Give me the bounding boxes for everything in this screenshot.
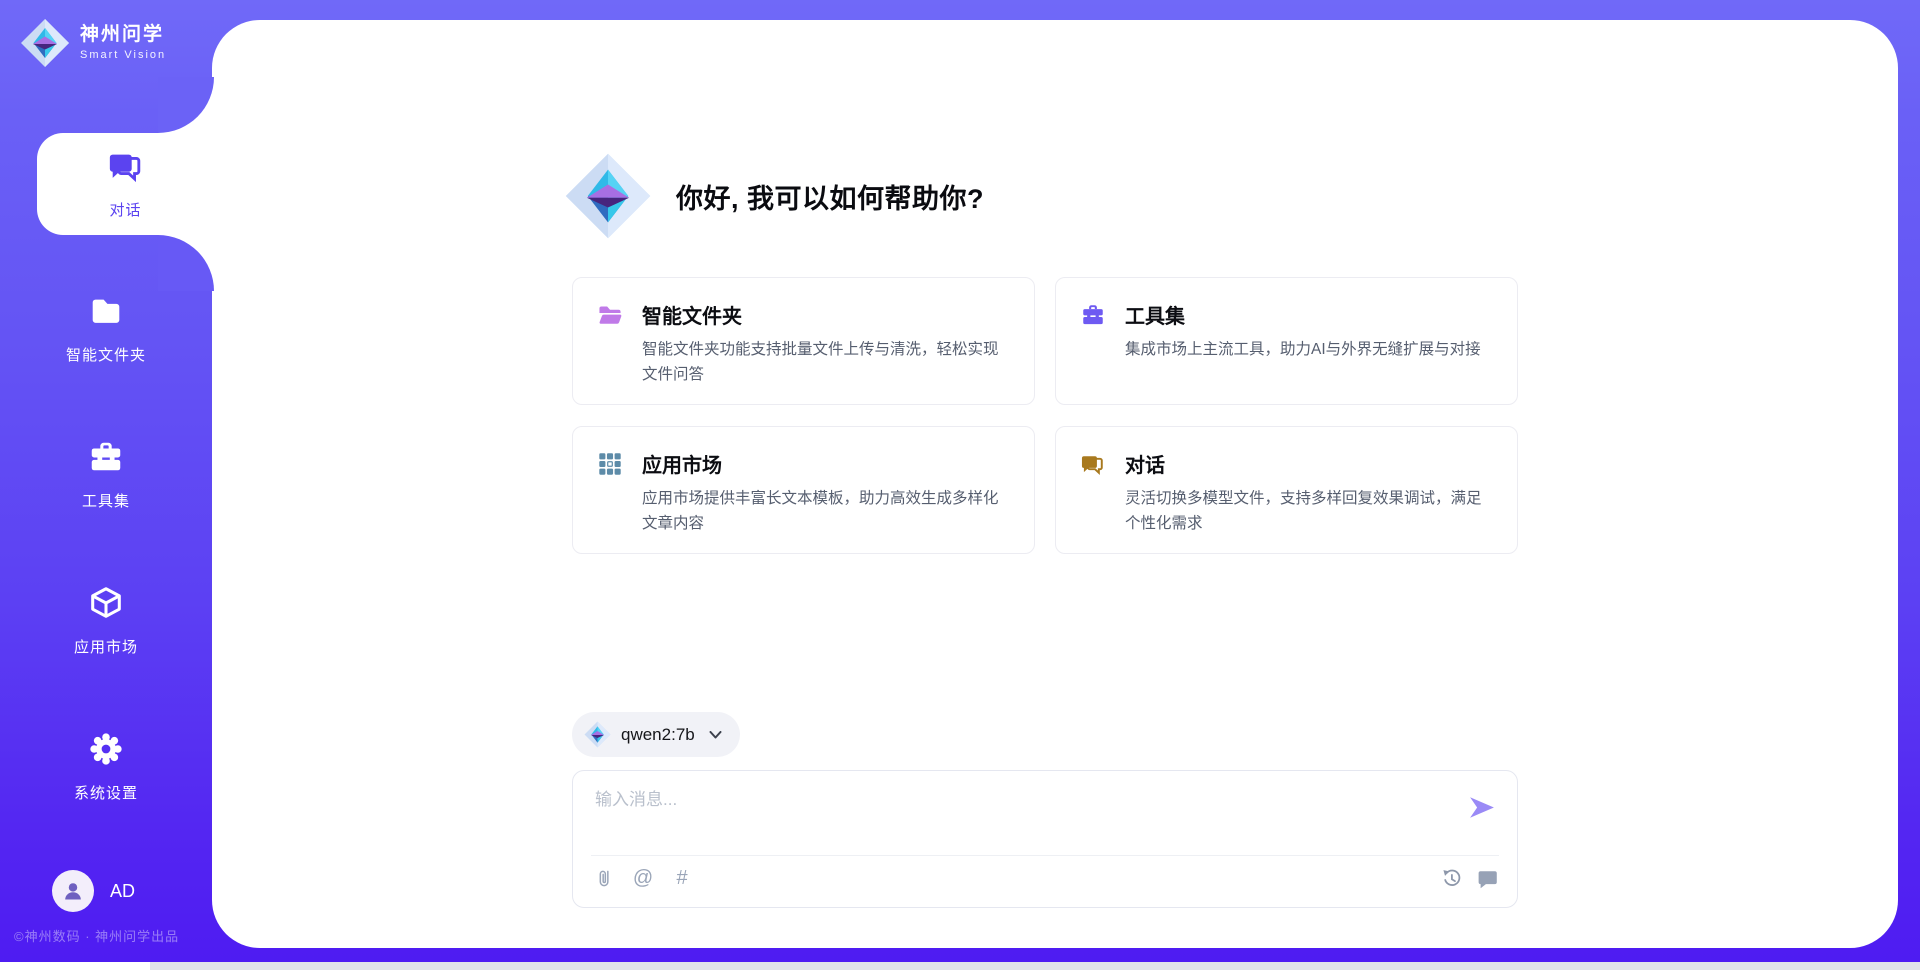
history-button[interactable] <box>1440 866 1463 890</box>
cube-icon <box>87 584 125 622</box>
card-description: 应用市场提供丰富长文本模板，助力高效生成多样化文章内容 <box>642 487 1010 537</box>
tab-fillet-bottom <box>158 235 214 291</box>
message-composer: @ # <box>572 770 1518 908</box>
composer-divider <box>591 855 1499 856</box>
at-icon: @ <box>633 868 653 888</box>
chat-icon <box>107 147 145 185</box>
conversations-button[interactable] <box>1476 866 1499 890</box>
gear-icon <box>87 730 125 768</box>
message-input[interactable] <box>593 783 1447 849</box>
card-title: 对话 <box>1125 449 1165 478</box>
person-icon <box>60 878 86 904</box>
sidebar-item-smart-folder[interactable]: 智能文件夹 <box>0 292 212 365</box>
app-root: 神州问学 Smart Vision 对话 智能文件夹 <box>0 0 1920 970</box>
brand-name: 神州问学 <box>80 25 166 46</box>
card-description: 集成市场上主流工具，助力AI与外界无缝扩展与对接 <box>1125 338 1493 363</box>
user-initials: AD <box>110 881 135 902</box>
brand-diamond-icon <box>20 18 70 68</box>
sidebar-item-label: 智能文件夹 <box>0 344 212 365</box>
tab-fillet-top <box>158 77 214 133</box>
sidebar-item-label: 工具集 <box>0 490 212 511</box>
briefcase-icon <box>87 438 125 476</box>
card-chat[interactable]: 对话 灵活切换多模型文件，支持多样回复效果调试，满足个性化需求 <box>1055 426 1518 554</box>
greeting-title: 你好, 我可以如何帮助你? <box>676 177 984 216</box>
chat-icon <box>1080 451 1106 477</box>
brand-subtitle: Smart Vision <box>80 49 166 61</box>
scrollbar-corner <box>0 962 150 970</box>
mention-button[interactable]: @ <box>632 866 654 890</box>
blocks-icon <box>597 451 623 477</box>
model-name: qwen2:7b <box>621 725 695 745</box>
send-icon[interactable] <box>1469 795 1495 820</box>
feature-cards: 智能文件夹 智能文件夹功能支持批量文件上传与清洗，轻松实现文件问答 <box>572 277 1520 554</box>
sidebar-item-settings[interactable]: 系统设置 <box>0 730 212 803</box>
sidebar-item-app-market[interactable]: 应用市场 <box>0 584 212 657</box>
card-description: 灵活切换多模型文件，支持多样回复效果调试，满足个性化需求 <box>1125 487 1493 537</box>
hash-icon: # <box>676 868 687 888</box>
paperclip-icon <box>597 868 612 889</box>
card-toolset[interactable]: 工具集 集成市场上主流工具，助力AI与外界无缝扩展与对接 <box>1055 277 1518 405</box>
card-description: 智能文件夹功能支持批量文件上传与清洗，轻松实现文件问答 <box>642 338 1010 388</box>
copyright-footer: ©神州数码 · 神州问学出品 <box>14 926 224 945</box>
chevron-down-icon <box>709 731 722 739</box>
model-selector[interactable]: qwen2:7b <box>572 712 740 757</box>
user-profile[interactable]: AD <box>52 870 135 912</box>
model-diamond-icon <box>584 721 611 748</box>
sidebar-item-label: 对话 <box>37 199 214 220</box>
briefcase-icon <box>1080 302 1106 328</box>
folder-open-icon <box>597 302 623 328</box>
avatar <box>52 870 94 912</box>
greeting-block: 你好, 我可以如何帮助你? <box>564 152 984 240</box>
brand-logo-block: 神州问学 Smart Vision <box>20 18 166 68</box>
card-app-market[interactable]: 应用市场 应用市场提供丰富长文本模板，助力高效生成多样化文章内容 <box>572 426 1035 554</box>
sidebar-item-label: 应用市场 <box>0 636 212 657</box>
topic-button[interactable]: # <box>671 866 693 890</box>
card-title: 工具集 <box>1125 300 1185 329</box>
history-icon <box>1441 868 1462 889</box>
card-title: 应用市场 <box>642 449 722 478</box>
folder-icon <box>87 292 125 330</box>
greeting-diamond-icon <box>564 152 652 240</box>
chat-bubble-icon <box>1477 868 1498 889</box>
sidebar-item-toolset[interactable]: 工具集 <box>0 438 212 511</box>
sidebar-item-chat[interactable]: 对话 <box>37 147 214 220</box>
horizontal-scrollbar[interactable] <box>0 962 1920 970</box>
card-smart-folder[interactable]: 智能文件夹 智能文件夹功能支持批量文件上传与清洗，轻松实现文件问答 <box>572 277 1035 405</box>
sidebar-item-label: 系统设置 <box>0 782 212 803</box>
attach-file-button[interactable] <box>593 866 615 890</box>
card-title: 智能文件夹 <box>642 300 742 329</box>
